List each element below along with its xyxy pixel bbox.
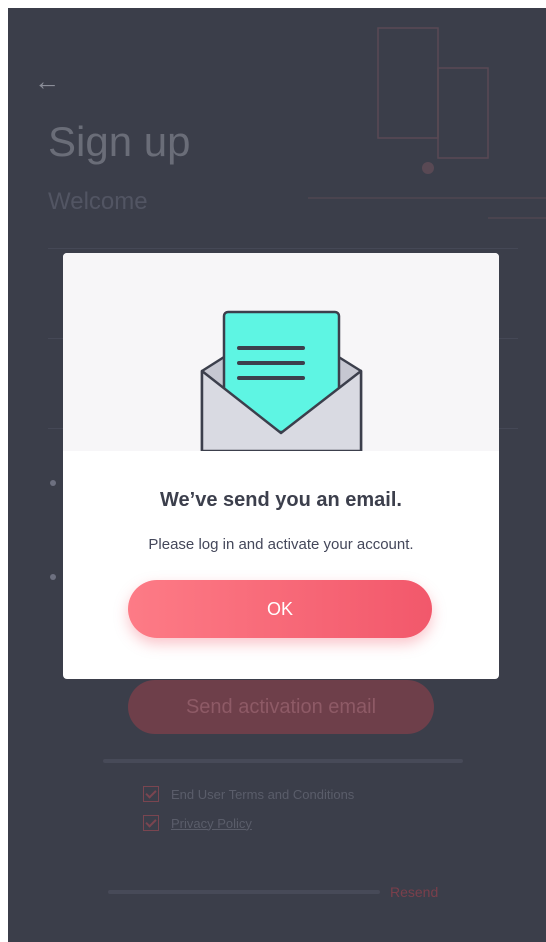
resend-row: Resend [108,884,438,900]
envelope-email-icon [200,310,363,453]
privacy-checkbox-row: Privacy Policy [143,815,252,831]
checkbox-icon [143,815,159,831]
field-divider [48,248,518,249]
dialog-heading: We’ve send you an email. [160,489,402,511]
hint-text [103,756,463,766]
resend-link: Resend [390,884,439,900]
send-activation-email-button: Send activation email [128,680,434,734]
ok-button[interactable]: OK [128,580,432,638]
password-dot [50,574,56,580]
email-sent-dialog: We’ve send you an email. Please log in a… [63,253,499,679]
back-arrow-icon[interactable]: ← [34,66,60,97]
illustration-area [63,253,499,453]
checkbox-icon [143,786,159,802]
page-title: Sign up [48,118,191,165]
password-dot [50,480,56,486]
terms-checkbox-row: End User Terms and Conditions [143,786,354,802]
signup-screen: ← Sign up Welcome Send activation email … [8,8,546,942]
privacy-policy-link: Privacy Policy [171,815,252,831]
terms-label: End User Terms and Conditions [171,786,355,802]
resend-hint [108,890,380,894]
page-subtitle: Welcome [48,188,148,215]
dialog-message: Please log in and activate your account. [148,536,414,553]
